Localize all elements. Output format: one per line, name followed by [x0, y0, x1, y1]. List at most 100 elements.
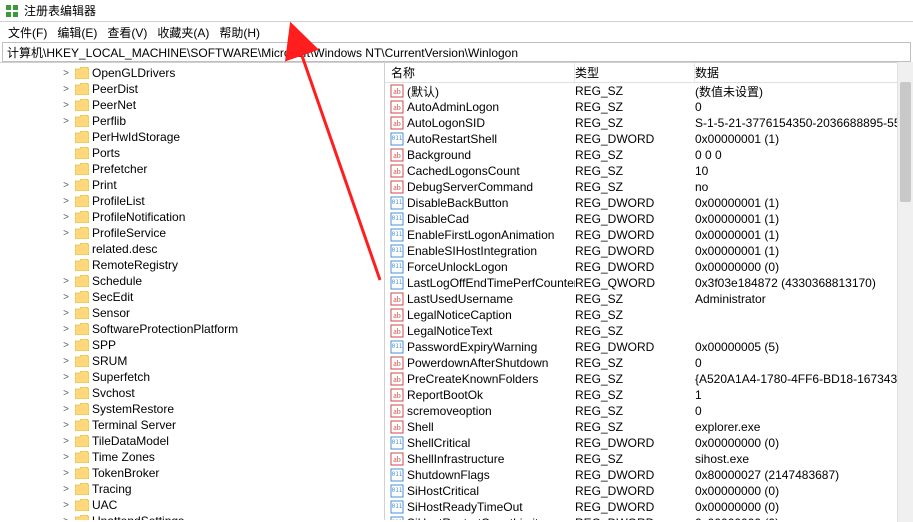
tree-item[interactable]: >SPP	[0, 337, 384, 353]
tree-item[interactable]: >SystemRestore	[0, 401, 384, 417]
tree-item[interactable]: PerHwIdStorage	[0, 129, 384, 145]
chevron-right-icon[interactable]: >	[60, 468, 72, 479]
chevron-right-icon[interactable]: >	[60, 68, 72, 79]
value-row[interactable]: abPreCreateKnownFoldersREG_SZ{A520A1A4-1…	[385, 371, 913, 387]
value-row[interactable]: abAutoLogonSIDREG_SZS-1-5-21-3776154350-…	[385, 115, 913, 131]
vertical-scrollbar[interactable]	[897, 62, 913, 522]
chevron-right-icon[interactable]: >	[60, 324, 72, 335]
tree-item[interactable]: >UnattendSettings	[0, 513, 384, 520]
chevron-right-icon[interactable]: >	[60, 292, 72, 303]
chevron-right-icon[interactable]: >	[60, 356, 72, 367]
chevron-right-icon[interactable]: >	[60, 84, 72, 95]
value-row[interactable]: 011LastLogOffEndTimePerfCounterREG_QWORD…	[385, 275, 913, 291]
menu-edit[interactable]: 编辑(E)	[53, 24, 101, 41]
tree-item[interactable]: > UAC	[0, 497, 384, 513]
tree-item[interactable]: >Time Zones	[0, 449, 384, 465]
tree-item[interactable]: >Svchost	[0, 385, 384, 401]
chevron-right-icon[interactable]: >	[60, 276, 72, 287]
value-row[interactable]: 011AutoRestartShellREG_DWORD0x00000001 (…	[385, 131, 913, 147]
tree-item[interactable]: >TileDataModel	[0, 433, 384, 449]
tree-item-label: UAC	[92, 498, 117, 512]
tree-item[interactable]: >SecEdit	[0, 289, 384, 305]
chevron-right-icon[interactable]: >	[60, 116, 72, 127]
chevron-right-icon[interactable]: >	[60, 228, 72, 239]
value-row[interactable]: 011EnableSIHostIntegrationREG_DWORD0x000…	[385, 243, 913, 259]
tree-item[interactable]: >Superfetch	[0, 369, 384, 385]
tree-item[interactable]: >Print	[0, 177, 384, 193]
value-row[interactable]: abDebugServerCommandREG_SZno	[385, 179, 913, 195]
tree-item[interactable]: >Tracing	[0, 481, 384, 497]
chevron-right-icon[interactable]: >	[60, 340, 72, 351]
value-row[interactable]: abLegalNoticeTextREG_SZ	[385, 323, 913, 339]
menu-view[interactable]: 查看(V)	[103, 24, 151, 41]
value-row[interactable]: 011EnableFirstLogonAnimationREG_DWORD0x0…	[385, 227, 913, 243]
chevron-right-icon[interactable]: >	[60, 420, 72, 431]
menu-file[interactable]: 文件(F)	[4, 24, 51, 41]
tree-item[interactable]: >OpenGLDrivers	[0, 65, 384, 81]
value-row[interactable]: 011ShutdownFlagsREG_DWORD0x80000027 (214…	[385, 467, 913, 483]
chevron-right-icon[interactable]: >	[60, 308, 72, 319]
tree-item[interactable]: >Terminal Server	[0, 417, 384, 433]
value-row[interactable]: 011SiHostRestartCountLimitREG_DWORD0x000…	[385, 515, 913, 520]
chevron-right-icon[interactable]: >	[60, 436, 72, 447]
value-row[interactable]: abBackgroundREG_SZ0 0 0	[385, 147, 913, 163]
tree-item[interactable]: >SRUM	[0, 353, 384, 369]
chevron-right-icon[interactable]: >	[60, 452, 72, 463]
value-row[interactable]: abShellInfrastructureREG_SZsihost.exe	[385, 451, 913, 467]
value-row[interactable]: abShellREG_SZexplorer.exe	[385, 419, 913, 435]
tree-item[interactable]: >ProfileService	[0, 225, 384, 241]
chevron-right-icon[interactable]: >	[60, 100, 72, 111]
tree-item[interactable]: >SoftwareProtectionPlatform	[0, 321, 384, 337]
svg-text:011: 011	[392, 135, 403, 142]
chevron-right-icon[interactable]: >	[60, 372, 72, 383]
value-name: ShutdownFlags	[407, 468, 490, 482]
chevron-right-icon[interactable]: >	[60, 212, 72, 223]
chevron-right-icon[interactable]: >	[60, 180, 72, 191]
tree-item[interactable]: >Sensor	[0, 305, 384, 321]
value-row[interactable]: abCachedLogonsCountREG_SZ10	[385, 163, 913, 179]
menu-favorites[interactable]: 收藏夹(A)	[153, 24, 213, 41]
list-pane[interactable]: 名称 类型 数据 ab(默认)REG_SZ(数值未设置)abAutoAdminL…	[385, 63, 913, 520]
tree-item[interactable]: >ProfileList	[0, 193, 384, 209]
tree-item[interactable]: > PeerNet	[0, 97, 384, 113]
tree-item[interactable]: >TokenBroker	[0, 465, 384, 481]
value-row[interactable]: 011SiHostCriticalREG_DWORD0x00000000 (0)	[385, 483, 913, 499]
value-row[interactable]: 011DisableBackButtonREG_DWORD0x00000001 …	[385, 195, 913, 211]
value-type: REG_SZ	[575, 148, 695, 162]
tree-item[interactable]: >PeerDist	[0, 81, 384, 97]
value-row[interactable]: abReportBootOkREG_SZ1	[385, 387, 913, 403]
value-row[interactable]: ab(默认)REG_SZ(数值未设置)	[385, 83, 913, 99]
chevron-right-icon[interactable]: >	[60, 196, 72, 207]
value-type: REG_DWORD	[575, 132, 695, 146]
address-bar[interactable]: 计算机\HKEY_LOCAL_MACHINE\SOFTWARE\Microsof…	[2, 42, 911, 62]
chevron-right-icon[interactable]: >	[60, 388, 72, 399]
col-header-name[interactable]: 名称	[385, 63, 575, 82]
tree-item[interactable]: >ProfileNotification	[0, 209, 384, 225]
tree-item[interactable]: >Schedule	[0, 273, 384, 289]
value-row[interactable]: 011ForceUnlockLogonREG_DWORD0x00000000 (…	[385, 259, 913, 275]
col-header-type[interactable]: 类型	[575, 63, 695, 82]
chevron-right-icon[interactable]: >	[60, 484, 72, 495]
value-row[interactable]: abPowerdownAfterShutdownREG_SZ0	[385, 355, 913, 371]
tree-item[interactable]: Ports	[0, 145, 384, 161]
tree-item[interactable]: related.desc	[0, 241, 384, 257]
tree-item-label: PeerNet	[92, 98, 136, 112]
tree-item[interactable]: Prefetcher	[0, 161, 384, 177]
menu-help[interactable]: 帮助(H)	[215, 24, 264, 41]
value-row[interactable]: abscremoveoptionREG_SZ0	[385, 403, 913, 419]
value-row[interactable]: abLegalNoticeCaptionREG_SZ	[385, 307, 913, 323]
tree-pane[interactable]: >OpenGLDrivers>PeerDist>PeerNet>PerflibP…	[0, 63, 385, 520]
tree-item[interactable]: RemoteRegistry	[0, 257, 384, 273]
chevron-right-icon[interactable]: >	[60, 516, 72, 521]
chevron-right-icon[interactable]: >	[60, 404, 72, 415]
tree-item[interactable]: >Perflib	[0, 113, 384, 129]
chevron-right-icon[interactable]: >	[60, 500, 72, 511]
value-row[interactable]: 011PasswordExpiryWarningREG_DWORD0x00000…	[385, 339, 913, 355]
scrollbar-thumb[interactable]	[900, 82, 911, 202]
value-row[interactable]: 011ShellCriticalREG_DWORD0x00000000 (0)	[385, 435, 913, 451]
value-row[interactable]: 011DisableCadREG_DWORD0x00000001 (1)	[385, 211, 913, 227]
value-row[interactable]: 011SiHostReadyTimeOutREG_DWORD0x00000000…	[385, 499, 913, 515]
value-row[interactable]: abLastUsedUsernameREG_SZAdministrator	[385, 291, 913, 307]
col-header-data[interactable]: 数据	[695, 63, 913, 82]
value-row[interactable]: abAutoAdminLogonREG_SZ0	[385, 99, 913, 115]
